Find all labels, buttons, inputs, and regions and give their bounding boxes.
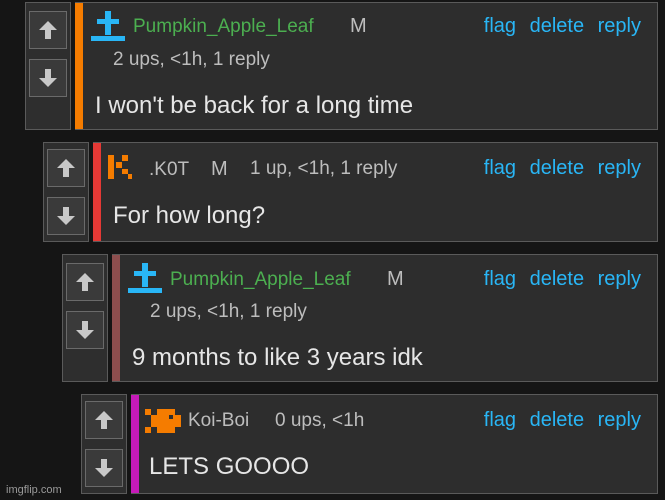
comment-actions: flag delete reply — [476, 15, 641, 38]
comment-card: Pumpkin_Apple_Leaf M 2 ups, <1h, 1 reply… — [75, 2, 658, 130]
downvote-button[interactable] — [66, 311, 104, 349]
comment-text: For how long? — [113, 202, 266, 229]
arrow-down-icon — [76, 321, 94, 339]
upvote-button[interactable] — [66, 263, 104, 301]
comment-actions: flag delete reply — [476, 268, 641, 291]
k-avatar-icon — [108, 155, 132, 179]
reply-link[interactable]: reply — [598, 409, 641, 431]
thread-bar — [75, 3, 83, 129]
downvote-button[interactable] — [47, 197, 85, 235]
arrow-up-icon — [57, 159, 75, 177]
downvote-button[interactable] — [29, 59, 67, 97]
comment-text: I won't be back for a long time — [95, 92, 414, 119]
vote-column — [81, 394, 127, 494]
arrow-down-icon — [57, 207, 75, 225]
vote-column — [62, 254, 108, 382]
vote-column — [43, 142, 89, 242]
comment-meta: 1 up, <1h, 1 reply — [250, 158, 398, 179]
arrow-up-icon — [95, 411, 113, 429]
upvote-button[interactable] — [85, 401, 123, 439]
flag-link[interactable]: flag — [484, 268, 516, 290]
arrow-down-icon — [95, 459, 113, 477]
reply-link[interactable]: reply — [598, 157, 641, 179]
delete-link[interactable]: delete — [530, 409, 585, 431]
delete-link[interactable]: delete — [530, 268, 585, 290]
username-link[interactable]: .K0T — [149, 159, 189, 181]
arrow-down-icon — [39, 69, 57, 87]
comment-2: .K0T M 1 up, <1h, 1 reply For how long? … — [43, 142, 658, 242]
flag-link[interactable]: flag — [484, 15, 516, 37]
thread-bar — [112, 255, 120, 381]
reply-link[interactable]: reply — [598, 15, 641, 37]
reply-link[interactable]: reply — [598, 268, 641, 290]
username-link[interactable]: Pumpkin_Apple_Leaf — [170, 269, 351, 291]
comment-meta: 0 ups, <1h — [275, 410, 365, 431]
comment-actions: flag delete reply — [476, 409, 641, 432]
delete-link[interactable]: delete — [530, 157, 585, 179]
comment-3: Pumpkin_Apple_Leaf M 2 ups, <1h, 1 reply… — [62, 254, 658, 382]
comment-card: Koi-Boi 0 ups, <1h LETS GOOOO flag delet… — [131, 394, 658, 494]
comment-4: Koi-Boi 0 ups, <1h LETS GOOOO flag delet… — [81, 394, 658, 494]
cross-avatar-icon — [128, 263, 162, 293]
thread-bar — [131, 395, 139, 493]
downvote-button[interactable] — [85, 449, 123, 487]
username-link[interactable]: Pumpkin_Apple_Leaf — [133, 16, 314, 38]
comment-actions: flag delete reply — [476, 157, 641, 180]
username-link[interactable]: Koi-Boi — [188, 410, 249, 432]
comment-1: Pumpkin_Apple_Leaf M 2 ups, <1h, 1 reply… — [25, 2, 658, 130]
comment-text: 9 months to like 3 years idk — [132, 344, 423, 371]
thread-bar — [93, 143, 101, 241]
comment-meta: 2 ups, <1h, 1 reply — [150, 301, 307, 322]
watermark: imgflip.com — [6, 484, 62, 496]
comment-text: LETS GOOOO — [149, 453, 310, 480]
delete-link[interactable]: delete — [530, 15, 585, 37]
mod-badge: M — [350, 15, 367, 37]
vote-column — [25, 2, 71, 130]
flag-link[interactable]: flag — [484, 157, 516, 179]
fish-avatar-icon — [145, 409, 181, 433]
arrow-up-icon — [76, 273, 94, 291]
flag-link[interactable]: flag — [484, 409, 516, 431]
mod-badge: M — [387, 268, 404, 290]
cross-avatar-icon — [91, 11, 125, 41]
upvote-button[interactable] — [29, 11, 67, 49]
mod-badge: M — [211, 158, 228, 180]
comment-meta: 2 ups, <1h, 1 reply — [113, 49, 270, 70]
upvote-button[interactable] — [47, 149, 85, 187]
comment-card: Pumpkin_Apple_Leaf M 2 ups, <1h, 1 reply… — [112, 254, 658, 382]
comment-card: .K0T M 1 up, <1h, 1 reply For how long? … — [93, 142, 658, 242]
arrow-up-icon — [39, 21, 57, 39]
